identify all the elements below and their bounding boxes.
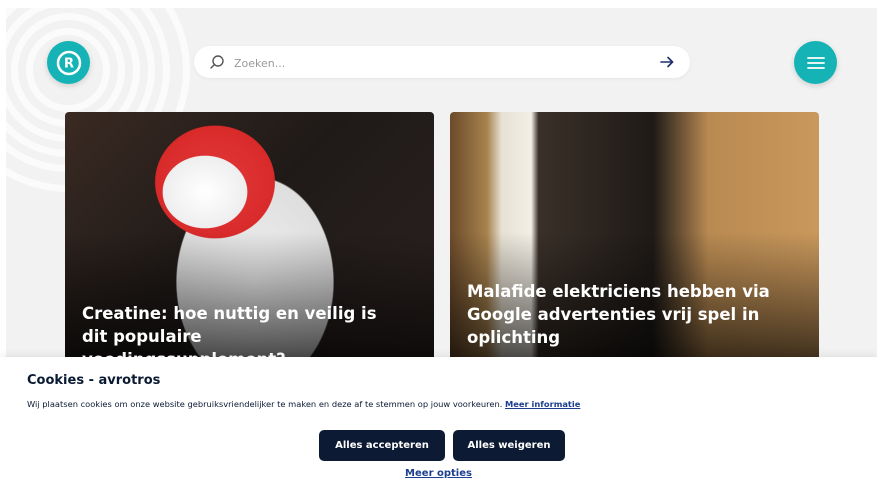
accept-all-button[interactable]: Alles accepteren: [319, 430, 445, 461]
reject-all-button[interactable]: Alles weigeren: [453, 430, 565, 461]
more-options-link[interactable]: Meer opties: [0, 468, 877, 479]
hamburger-menu-icon: [806, 56, 825, 69]
logo-icon[interactable]: R: [47, 41, 90, 84]
menu-button[interactable]: [794, 41, 837, 84]
article-card-creatine[interactable]: Creatine: hoe nuttig en veilig is dit po…: [65, 112, 434, 357]
search-bar: [194, 46, 690, 78]
more-info-link[interactable]: Meer informatie: [505, 399, 580, 409]
svg-text:R: R: [63, 56, 73, 71]
search-input[interactable]: [232, 52, 636, 74]
cookie-banner-text: Wij plaatsen cookies om onze website geb…: [27, 399, 580, 409]
article-card-elektriciens[interactable]: Malafide elektriciens hebben via Google …: [450, 112, 819, 357]
arrow-right-icon[interactable]: [660, 55, 674, 69]
cookie-banner-title: Cookies - avrotros: [27, 373, 161, 388]
article-title[interactable]: Malafide elektriciens hebben via Google …: [467, 280, 779, 349]
search-icon[interactable]: [209, 54, 225, 70]
page-background: R Creatine: hoe nuttig en veilig is dit …: [6, 8, 877, 357]
cookie-banner: Cookies - avrotros Wij plaatsen cookies …: [0, 357, 877, 482]
article-title[interactable]: Creatine: hoe nuttig en veilig is dit po…: [82, 302, 394, 357]
logo-r-icon: R: [56, 50, 81, 75]
cookie-banner-description: Wij plaatsen cookies om onze website geb…: [27, 399, 503, 409]
